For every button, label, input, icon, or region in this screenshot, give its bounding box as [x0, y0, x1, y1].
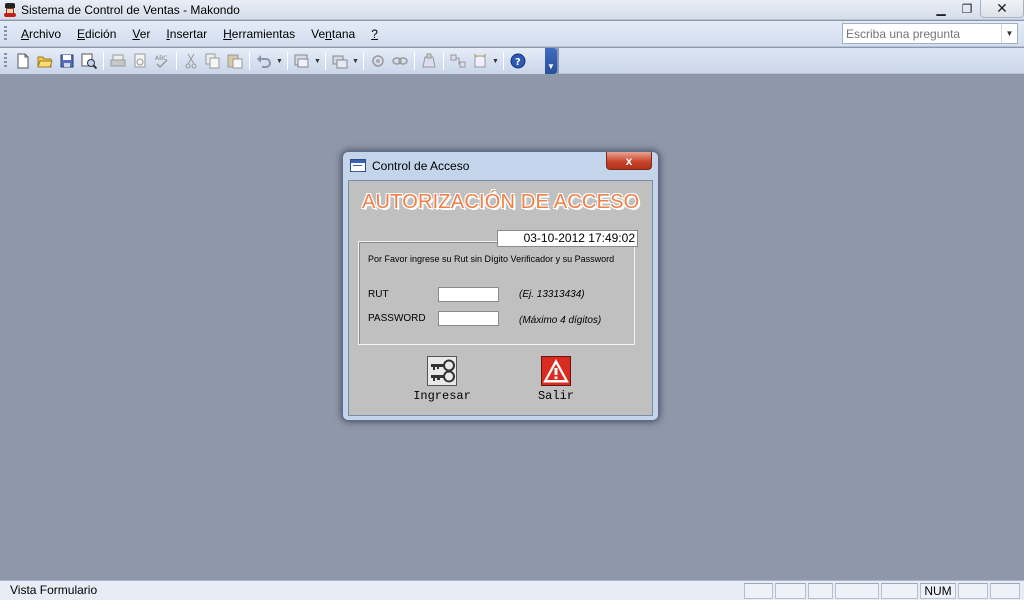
access-control-dialog: Control de Acceso x AUTORIZACIÓN DE ACCE…: [342, 151, 659, 421]
new-object-icon[interactable]: [469, 51, 491, 71]
toolbar-grip[interactable]: [4, 53, 7, 69]
print-icon[interactable]: [107, 51, 129, 71]
dialog-title: Control de Acceso: [372, 158, 470, 173]
window-title: Sistema de Control de Ventas - Makondo: [21, 2, 240, 17]
rut-input[interactable]: [439, 290, 498, 303]
menu-bar: Archivo Edición Ver Insertar Herramienta…: [0, 21, 1024, 47]
menu-ventana[interactable]: Ventana: [303, 27, 363, 41]
form-icon: [350, 159, 366, 172]
cut-icon[interactable]: [180, 51, 202, 71]
ingresar-label: Ingresar: [413, 389, 471, 403]
toolbar-separator: [287, 52, 288, 70]
toolbar-separator: [503, 52, 504, 70]
menu-insertar[interactable]: Insertar: [158, 27, 215, 41]
keys-icon: [427, 356, 457, 386]
status-panel: [808, 583, 833, 599]
restore-button[interactable]: ❐: [954, 0, 980, 18]
status-panel: [958, 583, 988, 599]
database-toolbar: ABC ▼ ▼ ▼ ▼ ? ▼: [0, 48, 558, 74]
minimize-button[interactable]: ▁: [928, 0, 954, 18]
ingresar-button[interactable]: Ingresar: [407, 356, 477, 406]
close-button[interactable]: ✕: [980, 0, 1024, 18]
rut-field[interactable]: [438, 287, 499, 303]
window-controls: ▁ ❐ ✕: [928, 0, 1024, 18]
toolbar-separator: [443, 52, 444, 70]
status-panel: [835, 583, 879, 599]
status-bar: Vista Formulario NUM: [0, 580, 1024, 600]
rut-hint: (Ej. 13313434): [519, 289, 585, 300]
menu-herramientas[interactable]: Herramientas: [215, 27, 303, 41]
spelling-icon[interactable]: ABC: [151, 51, 173, 71]
svg-text:?: ?: [515, 57, 521, 68]
objects-icon[interactable]: [329, 51, 351, 71]
rut-label: RUT: [368, 289, 389, 300]
toolbar-separator: [325, 52, 326, 70]
help-question-box[interactable]: ▼: [842, 23, 1018, 44]
dialog-body: AUTORIZACIÓN DE ACCESO 03-10-2012 17:49:…: [348, 180, 653, 416]
open-folder-icon[interactable]: [34, 51, 56, 71]
status-panel: [990, 583, 1020, 599]
chevron-down-icon[interactable]: ▼: [1001, 24, 1017, 43]
build-icon[interactable]: [418, 51, 440, 71]
chevron-down-icon[interactable]: ▼: [275, 58, 284, 65]
app-icon[interactable]: [3, 2, 17, 17]
salir-button[interactable]: Salir: [521, 356, 591, 406]
relationships-icon[interactable]: [447, 51, 469, 71]
status-panel: [744, 583, 773, 599]
password-label: PASSWORD: [368, 313, 426, 324]
password-input[interactable]: [439, 314, 498, 327]
link-icon[interactable]: [389, 51, 411, 71]
view-icon[interactable]: [291, 51, 313, 71]
toolbar-separator: [363, 52, 364, 70]
dialog-title-bar[interactable]: Control de Acceso x: [343, 152, 658, 179]
toolbar-separator: [414, 52, 415, 70]
copy-icon[interactable]: [202, 51, 224, 71]
menu-help[interactable]: ?: [363, 27, 386, 41]
toolbar-background: [559, 48, 1024, 74]
auth-heading: AUTORIZACIÓN DE ACCESO: [362, 191, 640, 213]
properties-icon[interactable]: [367, 51, 389, 71]
status-text: Vista Formulario: [10, 583, 98, 597]
title-bar: Sistema de Control de Ventas - Makondo ▁…: [0, 0, 1024, 20]
password-field[interactable]: [438, 311, 499, 327]
chevron-down-icon[interactable]: ▼: [351, 58, 360, 65]
warning-icon: [541, 356, 571, 386]
chevron-down-icon[interactable]: ▼: [491, 58, 500, 65]
undo-icon[interactable]: [253, 51, 275, 71]
new-document-icon[interactable]: [12, 51, 34, 71]
menu-archivo[interactable]: Archivo: [13, 27, 69, 41]
toolbar-options-icon[interactable]: ▼: [545, 48, 557, 74]
toolbar-separator: [249, 52, 250, 70]
instructions-text: Por Favor ingrese su Rut sin Dígito Veri…: [368, 254, 615, 264]
datetime-display: 03-10-2012 17:49:02: [497, 230, 638, 247]
password-hint: (Máximo 4 dígitos): [519, 315, 602, 326]
paste-icon[interactable]: [224, 51, 246, 71]
help-icon[interactable]: ?: [507, 51, 529, 71]
help-question-input[interactable]: [843, 26, 1001, 41]
print-preview-icon[interactable]: [129, 51, 151, 71]
toolbar-separator: [176, 52, 177, 70]
status-panel: [775, 583, 806, 599]
search-icon[interactable]: [78, 51, 100, 71]
toolbar-separator: [103, 52, 104, 70]
num-lock-indicator: NUM: [920, 583, 956, 599]
menu-grip[interactable]: [4, 25, 7, 42]
salir-label: Salir: [537, 389, 574, 403]
status-panel: [881, 583, 918, 599]
save-icon[interactable]: [56, 51, 78, 71]
menu-ver[interactable]: Ver: [124, 27, 158, 41]
dialog-close-button[interactable]: x: [606, 152, 652, 170]
menu-edicion[interactable]: Edición: [69, 27, 124, 41]
chevron-down-icon[interactable]: ▼: [313, 58, 322, 65]
